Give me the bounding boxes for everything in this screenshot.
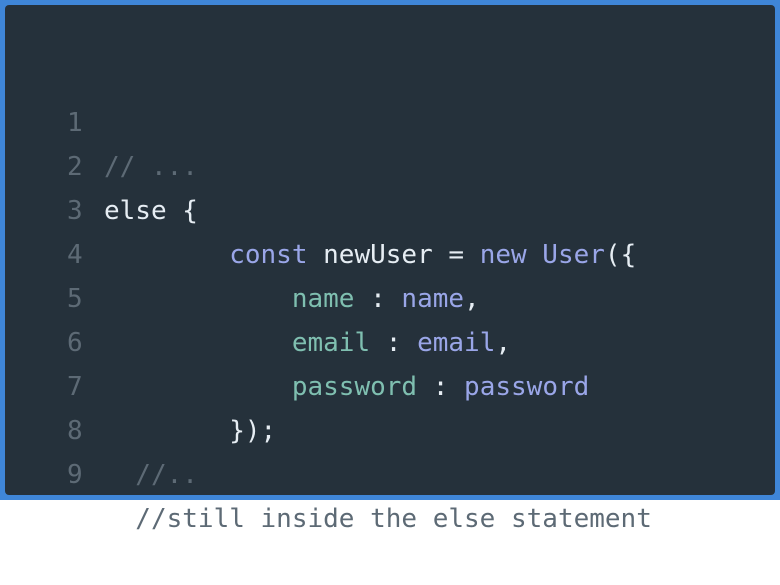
- code-line: 5 email : email,: [5, 233, 775, 358]
- code-line: 8 //..: [5, 365, 775, 490]
- code-line: 3 const newUser = new User({: [5, 145, 775, 270]
- line-number: 9: [67, 460, 83, 490]
- code-line: 1 // ...: [5, 57, 775, 182]
- code-line: 7 });: [5, 321, 775, 446]
- code-line: 4 name : name,: [5, 189, 775, 314]
- window-frame: 1 // ... 2 else { 3 const newUser = new …: [0, 0, 780, 534]
- comment-token: //still inside the else statement: [104, 504, 652, 534]
- code-line: 6 password : password: [5, 277, 775, 402]
- code-line: 9 //still inside the else statement: [5, 409, 775, 534]
- line-text: //still inside the else statement: [104, 497, 652, 541]
- code-block: 1 // ... 2 else { 3 const newUser = new …: [5, 57, 775, 534]
- code-editor[interactable]: 1 // ... 2 else { 3 const newUser = new …: [5, 5, 775, 534]
- code-line: 2 else {: [5, 101, 775, 226]
